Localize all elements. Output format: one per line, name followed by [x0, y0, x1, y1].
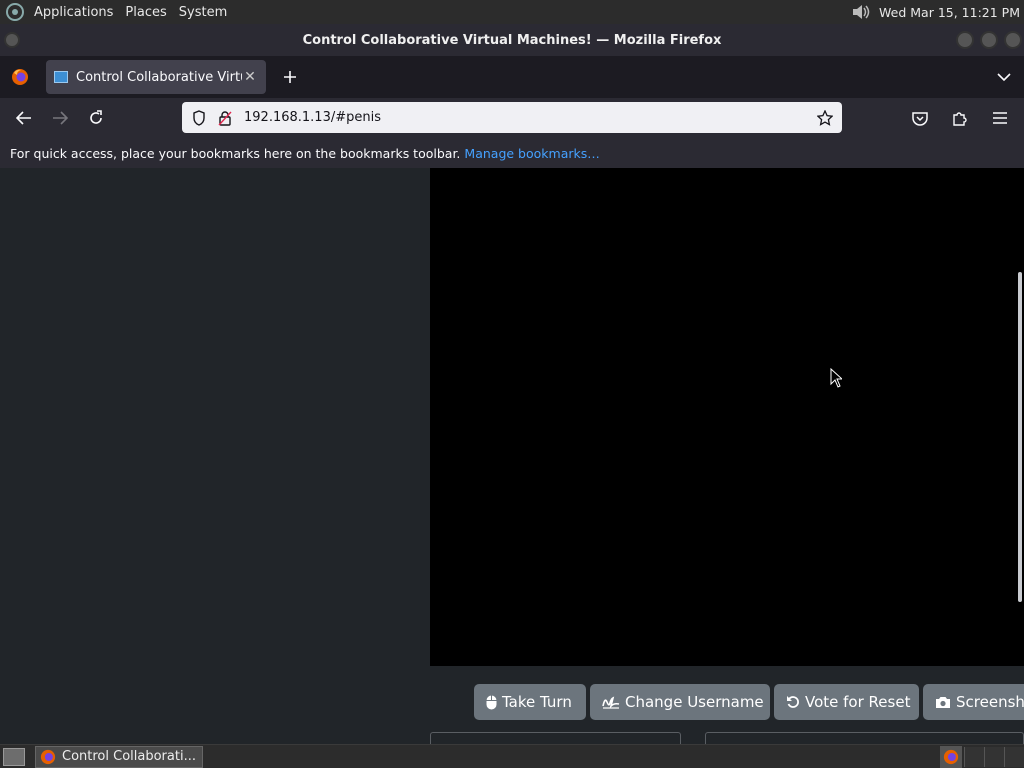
vote-reset-button[interactable]: Vote for Reset — [774, 684, 919, 720]
hamburger-menu-icon — [993, 112, 1007, 124]
tab-control-collaborative[interactable]: Control Collaborative Virtua ✕ — [46, 60, 266, 94]
workspace-3[interactable] — [1004, 747, 1024, 767]
reload-icon — [90, 110, 102, 124]
show-desktop-icon[interactable] — [3, 747, 25, 766]
arrow-left-icon — [16, 111, 31, 125]
applications-menu[interactable]: Applications — [30, 5, 121, 20]
window-controls — [956, 31, 1022, 49]
top-panel: Applications Places System Wed Mar 15, 1… — [0, 0, 1024, 24]
change-username-button[interactable]: Change Username — [590, 684, 770, 720]
new-tab-button[interactable] — [270, 60, 310, 94]
extensions-button[interactable] — [942, 102, 978, 134]
mouse-icon — [486, 695, 497, 710]
list-all-tabs-button[interactable] — [984, 60, 1024, 94]
monitor-favicon-icon — [54, 71, 68, 83]
tab-label: Control Collaborative Virtua — [76, 69, 242, 85]
close-tab-icon[interactable]: ✕ — [242, 69, 258, 85]
rotate-left-icon — [786, 695, 800, 709]
taskbar-firefox-window[interactable]: Control Collaborati... — [35, 745, 203, 768]
places-menu[interactable]: Places — [121, 5, 174, 20]
distro-logo-icon[interactable] — [6, 3, 24, 21]
take-turn-label: Take Turn — [502, 693, 572, 711]
workspace-2[interactable] — [984, 747, 1004, 767]
bookmarks-toolbar: For quick access, place your bookmarks h… — [0, 138, 1024, 168]
bottom-taskbar: Control Collaborati... — [0, 744, 1024, 768]
clock[interactable]: Wed Mar 15, 11:21 PM — [879, 5, 1024, 20]
vote-reset-label: Vote for Reset — [805, 693, 911, 711]
workspace-switcher[interactable] — [964, 747, 1024, 767]
insecure-lock-icon[interactable] — [212, 102, 238, 133]
system-menu[interactable]: System — [175, 5, 235, 20]
page-scrollbar[interactable] — [1018, 272, 1022, 602]
reload-button[interactable] — [78, 102, 114, 134]
vm-display[interactable] — [430, 168, 1024, 666]
screenshot-button[interactable]: Screensho — [923, 684, 1024, 720]
firefox-tray-icon[interactable] — [940, 745, 962, 768]
nav-bar: 192.168.1.13/#penis — [0, 98, 1024, 138]
url-text[interactable]: 192.168.1.13/#penis — [238, 110, 812, 125]
forward-button[interactable] — [42, 102, 78, 134]
pocket-icon — [912, 111, 928, 126]
manage-bookmarks-link[interactable]: Manage bookmarks… — [464, 146, 599, 161]
tab-strip: Control Collaborative Virtua ✕ — [0, 56, 1024, 98]
firefox-view-button[interactable] — [0, 56, 40, 98]
workspace-1[interactable] — [964, 747, 984, 767]
bookmarks-hint-text: For quick access, place your bookmarks h… — [10, 145, 461, 161]
mouse-cursor-icon — [830, 368, 842, 388]
back-button[interactable] — [6, 102, 42, 134]
camera-icon — [935, 695, 951, 709]
arrow-right-icon — [53, 111, 68, 125]
page-content: Take Turn Change Username Vote for Reset… — [0, 168, 1024, 744]
firefox-icon — [12, 69, 28, 85]
chevron-down-icon — [997, 73, 1011, 82]
vm-control-buttons: Take Turn Change Username Vote for Reset… — [474, 684, 1024, 720]
window-titlebar[interactable]: Control Collaborative Virtual Machines! … — [0, 24, 1024, 56]
take-turn-button[interactable]: Take Turn — [474, 684, 586, 720]
toolbar-right — [902, 102, 1018, 134]
shield-icon[interactable] — [186, 102, 212, 133]
screenshot-label: Screensho — [956, 693, 1024, 711]
bookmark-star-icon[interactable] — [812, 102, 838, 133]
close-window-button[interactable] — [1004, 31, 1022, 49]
maximize-button[interactable] — [980, 31, 998, 49]
minimize-button[interactable] — [956, 31, 974, 49]
firefox-taskbar-icon — [40, 749, 56, 765]
url-bar[interactable]: 192.168.1.13/#penis — [182, 102, 842, 133]
signature-icon — [602, 695, 620, 709]
volume-icon[interactable] — [849, 2, 873, 22]
window-title: Control Collaborative Virtual Machines! … — [302, 32, 722, 48]
window-menu-button[interactable] — [4, 32, 20, 48]
plus-icon — [284, 71, 296, 83]
chat-panel — [705, 732, 1024, 744]
puzzle-icon — [953, 112, 967, 126]
pocket-button[interactable] — [902, 102, 938, 134]
app-menu-button[interactable] — [982, 102, 1018, 134]
change-username-label: Change Username — [625, 693, 764, 711]
user-list-panel — [430, 732, 681, 744]
taskbar-task-label: Control Collaborati... — [62, 749, 196, 764]
